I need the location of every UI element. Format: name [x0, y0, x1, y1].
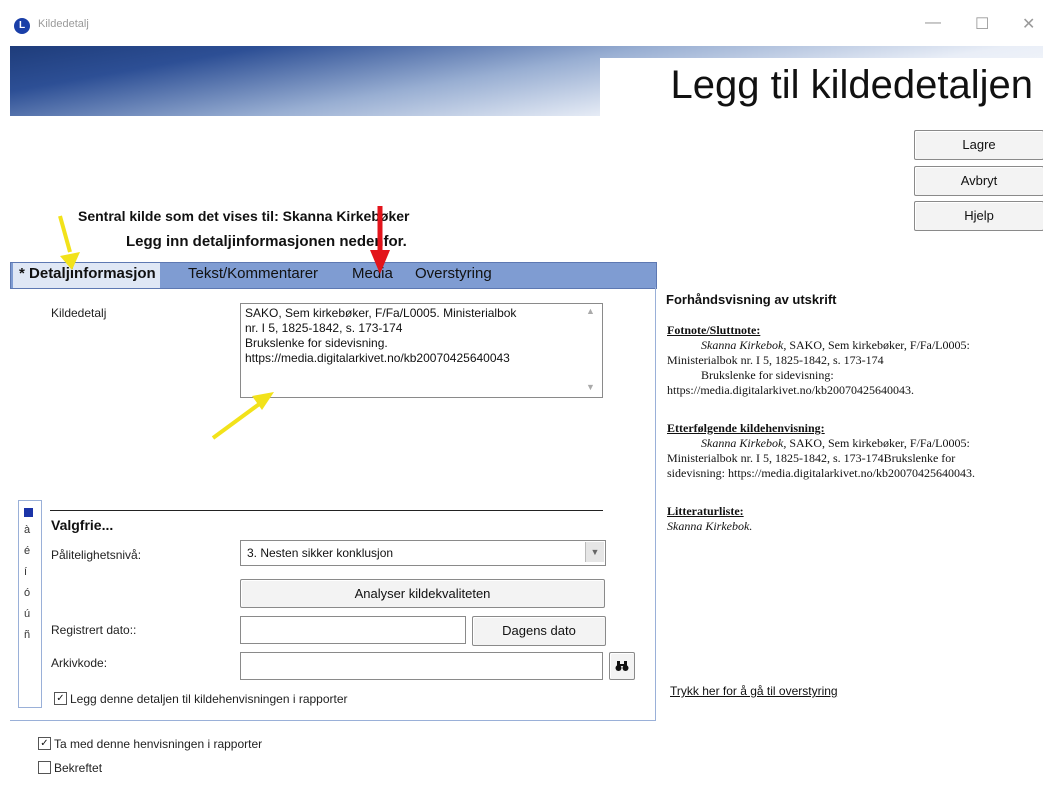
footnote-source-title: Skanna Kirkebok,	[701, 338, 787, 352]
override-link[interactable]: Trykk her for å gå til overstyring	[670, 684, 838, 698]
close-button[interactable]: ✕	[1022, 14, 1035, 34]
subsequent-line: Ministerialbok nr. I 5, 1825-1842, s. 17…	[667, 451, 956, 465]
source-detail-line: https://media.digitalarkivet.no/kb200704…	[245, 351, 510, 365]
tab-tekst-kommentarer[interactable]: Tekst/Kommentarer	[188, 265, 318, 282]
master-source-text: Sentral kilde som det vises til: Skanna …	[78, 208, 410, 224]
instruction-text: Legg inn detaljinformasjonen nedenfor.	[126, 233, 407, 250]
reliability-label: Pålitelighetsnivå:	[51, 548, 142, 562]
literature-text: Skanna Kirkebok.	[667, 519, 753, 533]
divider	[50, 510, 603, 511]
window-title: Kildedetalj	[38, 18, 89, 30]
tab-media[interactable]: Media	[352, 265, 393, 282]
archive-code-label: Arkivkode:	[51, 656, 108, 670]
add-to-reports-label: Legg denne detaljen til kildehenvisninge…	[70, 692, 348, 706]
footnote-text: SAKO, Sem kirkebøker, F/Fa/L0005:	[786, 338, 970, 352]
registered-date-label: Registrert dato::	[51, 623, 137, 637]
reliability-select[interactable]: 3. Nesten sikker konklusjon	[240, 540, 606, 566]
binoculars-icon[interactable]	[609, 652, 635, 680]
footnote-heading: Fotnote/Sluttnote:	[667, 323, 761, 337]
special-char[interactable]: é	[24, 545, 30, 557]
special-char[interactable]: ó	[24, 587, 30, 599]
source-detail-textarea[interactable]: SAKO, Sem kirkebøker, F/Fa/L0005. Minist…	[240, 303, 603, 398]
minimize-button[interactable]: —	[925, 14, 941, 32]
analyse-quality-button[interactable]: Analyser kildekvaliteten	[240, 579, 605, 608]
tab-modified-marker: *	[19, 265, 25, 282]
special-char[interactable]: à	[24, 524, 30, 536]
subsequent-heading: Etterfølgende kildehenvisning:	[667, 421, 825, 435]
source-detail-line: SAKO, Sem kirkebøker, F/Fa/L0005. Minist…	[245, 306, 517, 320]
today-button[interactable]: Dagens dato	[472, 616, 606, 646]
footnote-line: Brukslenke for sidevisning:	[701, 368, 834, 382]
scroll-up-arrow[interactable]: ▲	[586, 306, 595, 316]
subsequent-line: Skanna Kirkebok, SAKO, Sem kirkebøker, F…	[667, 436, 1043, 451]
subsequent-text: SAKO, Sem kirkebøker, F/Fa/L0005:	[786, 436, 970, 450]
special-char-selected[interactable]	[24, 508, 33, 517]
special-char[interactable]: í	[24, 566, 27, 578]
save-button[interactable]: Lagre	[914, 130, 1043, 160]
page-title: Legg til kildedetaljen	[670, 63, 1033, 107]
cancel-button[interactable]: Avbryt	[914, 166, 1043, 196]
tab-label: Detaljinformasjon	[29, 265, 156, 282]
tab-overstyring[interactable]: Overstyring	[415, 265, 492, 282]
confirmed-checkbox[interactable]	[38, 761, 51, 774]
help-button[interactable]: Hjelp	[914, 201, 1043, 231]
include-in-reports-checkbox[interactable]: ✓	[38, 737, 51, 750]
source-detail-line: Brukslenke for sidevisning.	[245, 336, 388, 350]
app-icon: L	[14, 18, 30, 34]
subsequent-line: sidevisning: https://media.digitalarkive…	[667, 466, 975, 480]
include-in-reports-label: Ta med denne henvisningen i rapporter	[54, 737, 263, 751]
footnote-preview: Fotnote/Sluttnote: Skanna Kirkebok, SAKO…	[667, 323, 1037, 398]
title-bar	[0, 0, 1043, 46]
source-detail-label: Kildedetalj	[51, 306, 107, 320]
special-char[interactable]: ñ	[24, 629, 30, 641]
chevron-down-icon[interactable]: ▼	[585, 542, 604, 562]
special-char[interactable]: ú	[24, 608, 30, 620]
archive-code-input[interactable]	[240, 652, 603, 680]
footnote-line: https://media.digitalarkivet.no/kb200704…	[667, 383, 914, 397]
subsequent-source-title: Skanna Kirkebok,	[701, 436, 787, 450]
source-detail-line: nr. I 5, 1825-1842, s. 173-174	[245, 321, 403, 335]
add-to-reports-checkbox[interactable]: ✓	[54, 692, 67, 705]
maximize-button[interactable]: ☐	[975, 14, 989, 34]
scroll-down-arrow[interactable]: ▼	[586, 382, 595, 392]
literature-heading: Litteraturliste:	[667, 504, 744, 518]
confirmed-label: Bekreftet	[54, 761, 103, 775]
subsequent-preview: Etterfølgende kildehenvisning: Skanna Ki…	[667, 421, 1043, 481]
registered-date-input[interactable]	[240, 616, 466, 644]
footnote-line: Ministerialbok nr. I 5, 1825-1842, s. 17…	[667, 353, 884, 367]
literature-preview: Litteraturliste: Skanna Kirkebok.	[667, 504, 752, 534]
footnote-line: Skanna Kirkebok, SAKO, Sem kirkebøker, F…	[667, 338, 1037, 353]
print-preview-title: Forhåndsvisning av utskrift	[666, 292, 837, 307]
optional-section-title: Valgfrie...	[51, 517, 114, 533]
tab-detaljinformasjon[interactable]: * Detaljinformasjon	[13, 263, 160, 288]
